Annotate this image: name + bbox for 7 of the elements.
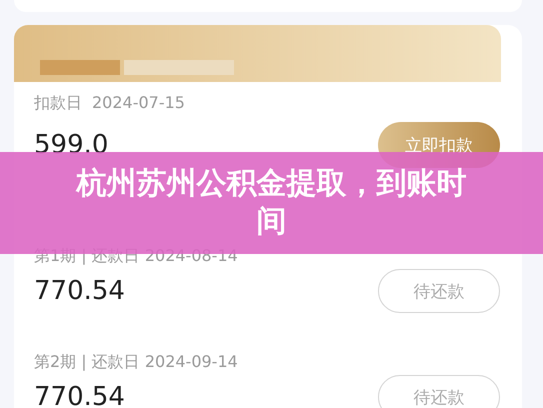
- deduction-date: 扣款日 2024-07-15: [34, 92, 186, 114]
- status-button[interactable]: 待还款: [378, 269, 500, 313]
- amount: 770.54: [34, 382, 125, 408]
- installment-date: 第2期 | 还款日 2024-09-14: [34, 351, 239, 373]
- amount: 770.54: [34, 276, 125, 306]
- banner-title: 杭州苏州公积金提取，到账时间: [74, 165, 468, 241]
- status-button[interactable]: 待还款: [378, 375, 500, 408]
